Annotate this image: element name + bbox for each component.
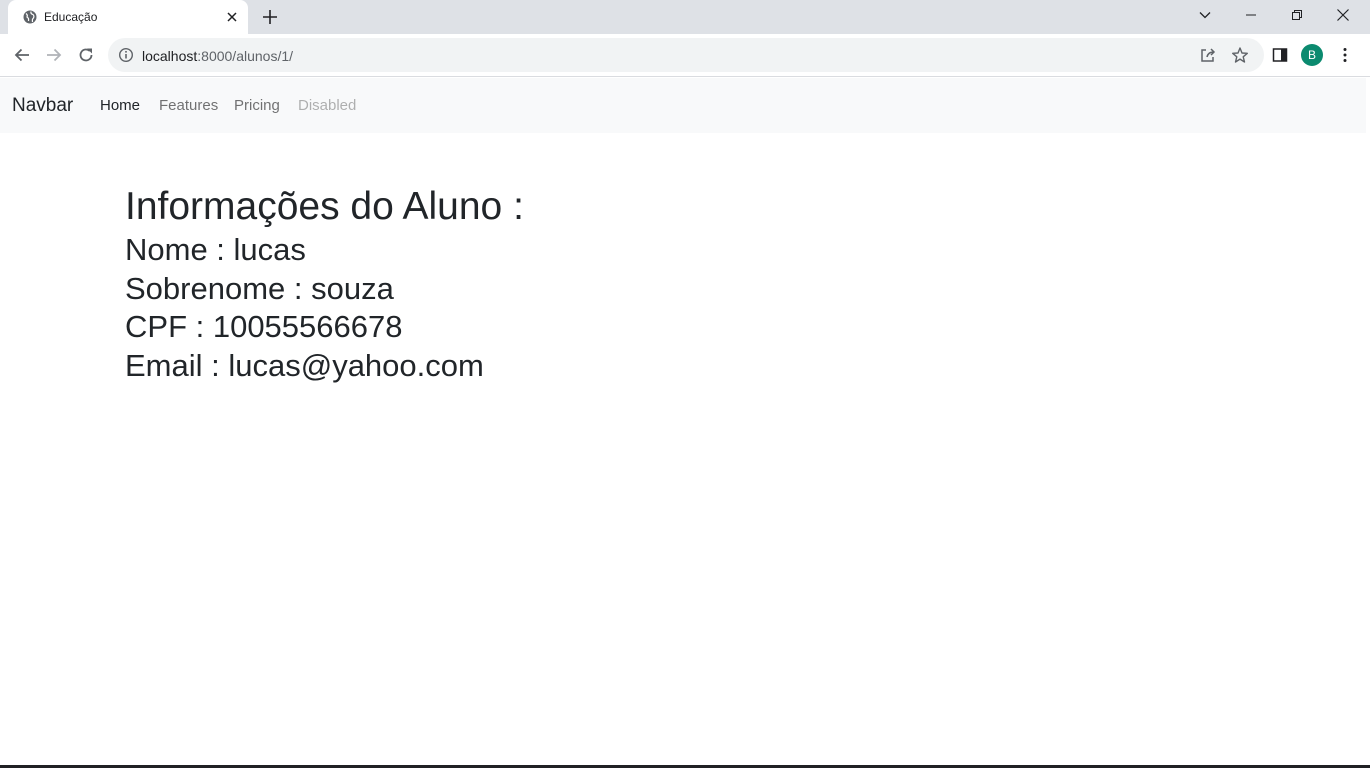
navbar-brand[interactable]: Navbar [12,95,73,117]
tab-strip: Educação [0,0,1370,34]
tab-title: Educação [44,10,98,24]
bookmark-star-icon[interactable] [1231,46,1249,64]
student-cpf: CPF : 10055566678 [125,309,403,344]
share-icon[interactable] [1199,46,1217,64]
back-arrow-icon[interactable] [11,44,33,66]
nav-link-pricing[interactable]: Pricing [234,97,280,114]
page-title: Informações do Aluno : [125,185,524,228]
close-icon[interactable] [224,9,240,25]
new-tab-icon[interactable] [261,8,279,26]
nav-link-home[interactable]: Home [100,97,140,114]
info-icon[interactable] [118,47,134,63]
globe-icon [22,9,38,25]
nav-link-features[interactable]: Features [159,97,218,114]
close-window-icon[interactable] [1320,0,1366,30]
student-info: Informações do Aluno : Nome : lucas Sobr… [125,183,524,385]
profile-avatar[interactable]: B [1301,44,1323,66]
restore-icon[interactable] [1274,0,1320,30]
tab-search-icon[interactable] [1182,0,1228,30]
student-email: Email : lucas@yahoo.com [125,347,484,383]
minimize-icon[interactable] [1228,0,1274,30]
url-path: :8000/alunos/1/ [197,48,294,64]
menu-dots-icon[interactable] [1335,45,1355,65]
browser-tab[interactable]: Educação [8,0,248,34]
nav-link-disabled: Disabled [298,97,357,114]
url-host: localhost [142,48,198,64]
student-surname: Sobrenome : souza [125,270,394,306]
window-bottom-border [0,765,1370,768]
forward-arrow-icon[interactable] [43,44,65,66]
browser-toolbar: localhost:8000/alunos/1/ B [0,34,1370,77]
address-bar[interactable]: localhost:8000/alunos/1/ [108,38,1264,72]
reload-icon[interactable] [75,44,97,66]
student-name: Nome : lucas [125,232,306,267]
url-text[interactable]: localhost:8000/alunos/1/ [142,48,293,64]
side-panel-icon[interactable] [1270,45,1290,65]
site-navbar: Navbar Home Features Pricing Disabled [0,78,1366,133]
